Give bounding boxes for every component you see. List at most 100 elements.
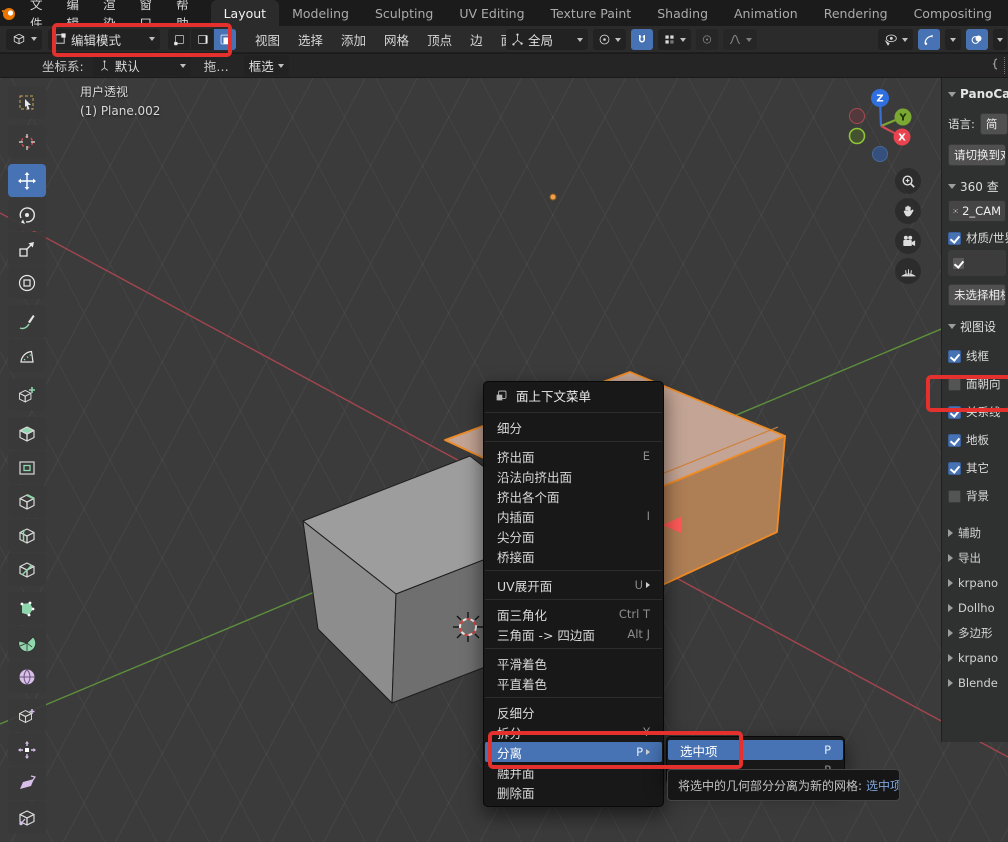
- orientation-dropdown[interactable]: 全局: [506, 29, 588, 50]
- tool-poly-build[interactable]: [8, 592, 46, 625]
- tool-rotate[interactable]: [8, 198, 46, 231]
- tool-inset-faces[interactable]: [8, 451, 46, 484]
- editor-corner-icon[interactable]: [990, 57, 1005, 74]
- overlays-dropdown[interactable]: [993, 29, 1007, 50]
- gizmos-toggle-button[interactable]: [918, 29, 940, 50]
- checkbox-checked-icon[interactable]: [948, 350, 961, 363]
- perspective-toggle-button[interactable]: [895, 258, 921, 284]
- select-mode-dropdown[interactable]: 框选: [244, 55, 289, 76]
- menu-item-triangulate[interactable]: 面三角化Ctrl T: [484, 604, 663, 624]
- section-assist[interactable]: 辅助: [948, 520, 1008, 545]
- menu-edge[interactable]: 边: [461, 30, 492, 49]
- menu-mesh[interactable]: 网格: [375, 30, 418, 49]
- tab-animation[interactable]: Animation: [721, 0, 811, 26]
- editor-type-button[interactable]: [6, 29, 42, 50]
- face-orientation-checkbox-row[interactable]: 面朝向: [948, 370, 1008, 398]
- gizmo-neg-z-ball[interactable]: [873, 147, 888, 162]
- floor-checkbox-row[interactable]: 地板: [948, 426, 1008, 454]
- camera-view-button[interactable]: [895, 228, 921, 254]
- coord-system-dropdown[interactable]: 默认: [93, 55, 191, 76]
- checkbox-checked-icon[interactable]: [948, 232, 961, 245]
- proportional-edit-button[interactable]: [696, 29, 718, 50]
- tool-bevel[interactable]: [8, 485, 46, 518]
- tool-move[interactable]: [8, 164, 46, 197]
- tool-annotate[interactable]: [8, 305, 46, 338]
- section-krpano-2[interactable]: krpano: [948, 645, 1008, 670]
- overlays-toggle-button[interactable]: [966, 29, 988, 50]
- submenu-item-selection[interactable]: 选中项P: [668, 740, 843, 760]
- tab-texture-paint[interactable]: Texture Paint: [538, 0, 645, 26]
- face-select-button[interactable]: [214, 29, 236, 50]
- tab-uv-editing[interactable]: UV Editing: [446, 0, 537, 26]
- menu-add[interactable]: 添加: [332, 30, 375, 49]
- menu-item-unsubdivide[interactable]: 反细分: [484, 702, 663, 722]
- checkbox-checked-icon[interactable]: [952, 257, 965, 270]
- checkbox-unchecked-icon[interactable]: [948, 378, 961, 391]
- language-button[interactable]: 简: [980, 113, 1008, 135]
- menu-item-shade-smooth[interactable]: 平滑着色: [484, 653, 663, 673]
- pan-hand-button[interactable]: [895, 198, 921, 224]
- gizmo-neg-x-ball[interactable]: [850, 109, 865, 124]
- panel-header-panocam[interactable]: PanoCam: [948, 84, 1008, 104]
- section-export[interactable]: 导出: [948, 545, 1008, 570]
- checkbox-checked-icon[interactable]: [948, 434, 961, 447]
- section-krpano-1[interactable]: krpano: [948, 570, 1008, 595]
- section-polygon[interactable]: 多边形: [948, 620, 1008, 645]
- material-world-checkbox-row[interactable]: 材质/世界: [948, 226, 1008, 250]
- background-checkbox-row[interactable]: 背景: [948, 482, 1008, 510]
- tool-shrink-fatten[interactable]: [8, 733, 46, 766]
- no-camera-button[interactable]: 未选择相机: [948, 284, 1006, 306]
- tab-modeling[interactable]: Modeling: [279, 0, 362, 26]
- tool-extrude-region[interactable]: [8, 417, 46, 450]
- switch-object-button[interactable]: 请切换到对: [948, 144, 1006, 166]
- camera-object-field[interactable]: 2_CAM: [948, 200, 1006, 222]
- navigation-gizmo[interactable]: Z Y X: [850, 89, 912, 162]
- other-checkbox-row[interactable]: 其它: [948, 454, 1008, 482]
- tool-loop-cut[interactable]: [8, 519, 46, 552]
- tool-knife[interactable]: [8, 553, 46, 586]
- tool-add-cube[interactable]: [8, 378, 46, 411]
- menu-item-tris-to-quads[interactable]: 三角面 -> 四边面Alt J: [484, 624, 663, 644]
- tool-smooth[interactable]: [8, 660, 46, 693]
- menu-item-separate[interactable]: 分离P: [485, 742, 662, 762]
- tab-compositing[interactable]: Compositing: [901, 0, 1005, 26]
- menu-item-subdivide[interactable]: 细分: [484, 417, 663, 437]
- menu-item-extrude-individual[interactable]: 挤出各个面: [484, 486, 663, 506]
- tab-shading[interactable]: Shading: [644, 0, 721, 26]
- menu-vertex[interactable]: 顶点: [418, 30, 461, 49]
- snap-target-dropdown[interactable]: [658, 29, 691, 50]
- menu-item-inset-faces[interactable]: 内插面I: [484, 506, 663, 526]
- tab-layout[interactable]: Layout: [211, 0, 280, 26]
- tool-select-box[interactable]: [8, 86, 46, 119]
- menu-item-split[interactable]: 拆分Y: [484, 722, 663, 742]
- menu-item-extrude-faces[interactable]: 挤出面E: [484, 446, 663, 466]
- section-dollhouse[interactable]: Dollho: [948, 595, 1008, 620]
- checkbox-checked-icon[interactable]: [948, 462, 961, 475]
- falloff-dropdown[interactable]: [723, 29, 757, 50]
- menu-item-uv-unwrap[interactable]: UV展开面U: [484, 575, 663, 595]
- zoom-button[interactable]: [895, 168, 921, 194]
- 3d-viewport[interactable]: Z Y X 用户透视 (1) Plane.002: [0, 78, 1008, 842]
- section-blender[interactable]: Blende: [948, 670, 1008, 695]
- tool-spin[interactable]: [8, 626, 46, 659]
- menu-item-delete-faces[interactable]: 删除面: [484, 782, 663, 802]
- checkbox-unchecked-icon[interactable]: [948, 490, 961, 503]
- drag-label[interactable]: 拖…: [204, 56, 229, 75]
- section-360-view[interactable]: 360 查: [948, 176, 1008, 196]
- tool-transform[interactable]: [8, 266, 46, 299]
- gizmo-neg-y-ball[interactable]: [850, 129, 865, 144]
- menu-item-bridge-faces[interactable]: 桥接面: [484, 546, 663, 566]
- gizmos-dropdown[interactable]: [945, 29, 961, 50]
- tool-measure[interactable]: [8, 339, 46, 372]
- tool-edge-slide[interactable]: [8, 699, 46, 732]
- menu-item-extrude-along-normals[interactable]: 沿法向挤出面: [484, 466, 663, 486]
- wireframe-checkbox-row[interactable]: 线框: [948, 342, 1008, 370]
- tool-scale[interactable]: [8, 232, 46, 265]
- menu-select[interactable]: 选择: [289, 30, 332, 49]
- checkbox-checked-icon[interactable]: [948, 406, 961, 419]
- sub-checkbox-row[interactable]: [948, 250, 1006, 276]
- menu-item-dissolve-faces[interactable]: 融并面: [484, 762, 663, 782]
- tab-sculpting[interactable]: Sculpting: [362, 0, 446, 26]
- tool-shear[interactable]: [8, 767, 46, 800]
- snap-toggle-button[interactable]: [631, 29, 653, 50]
